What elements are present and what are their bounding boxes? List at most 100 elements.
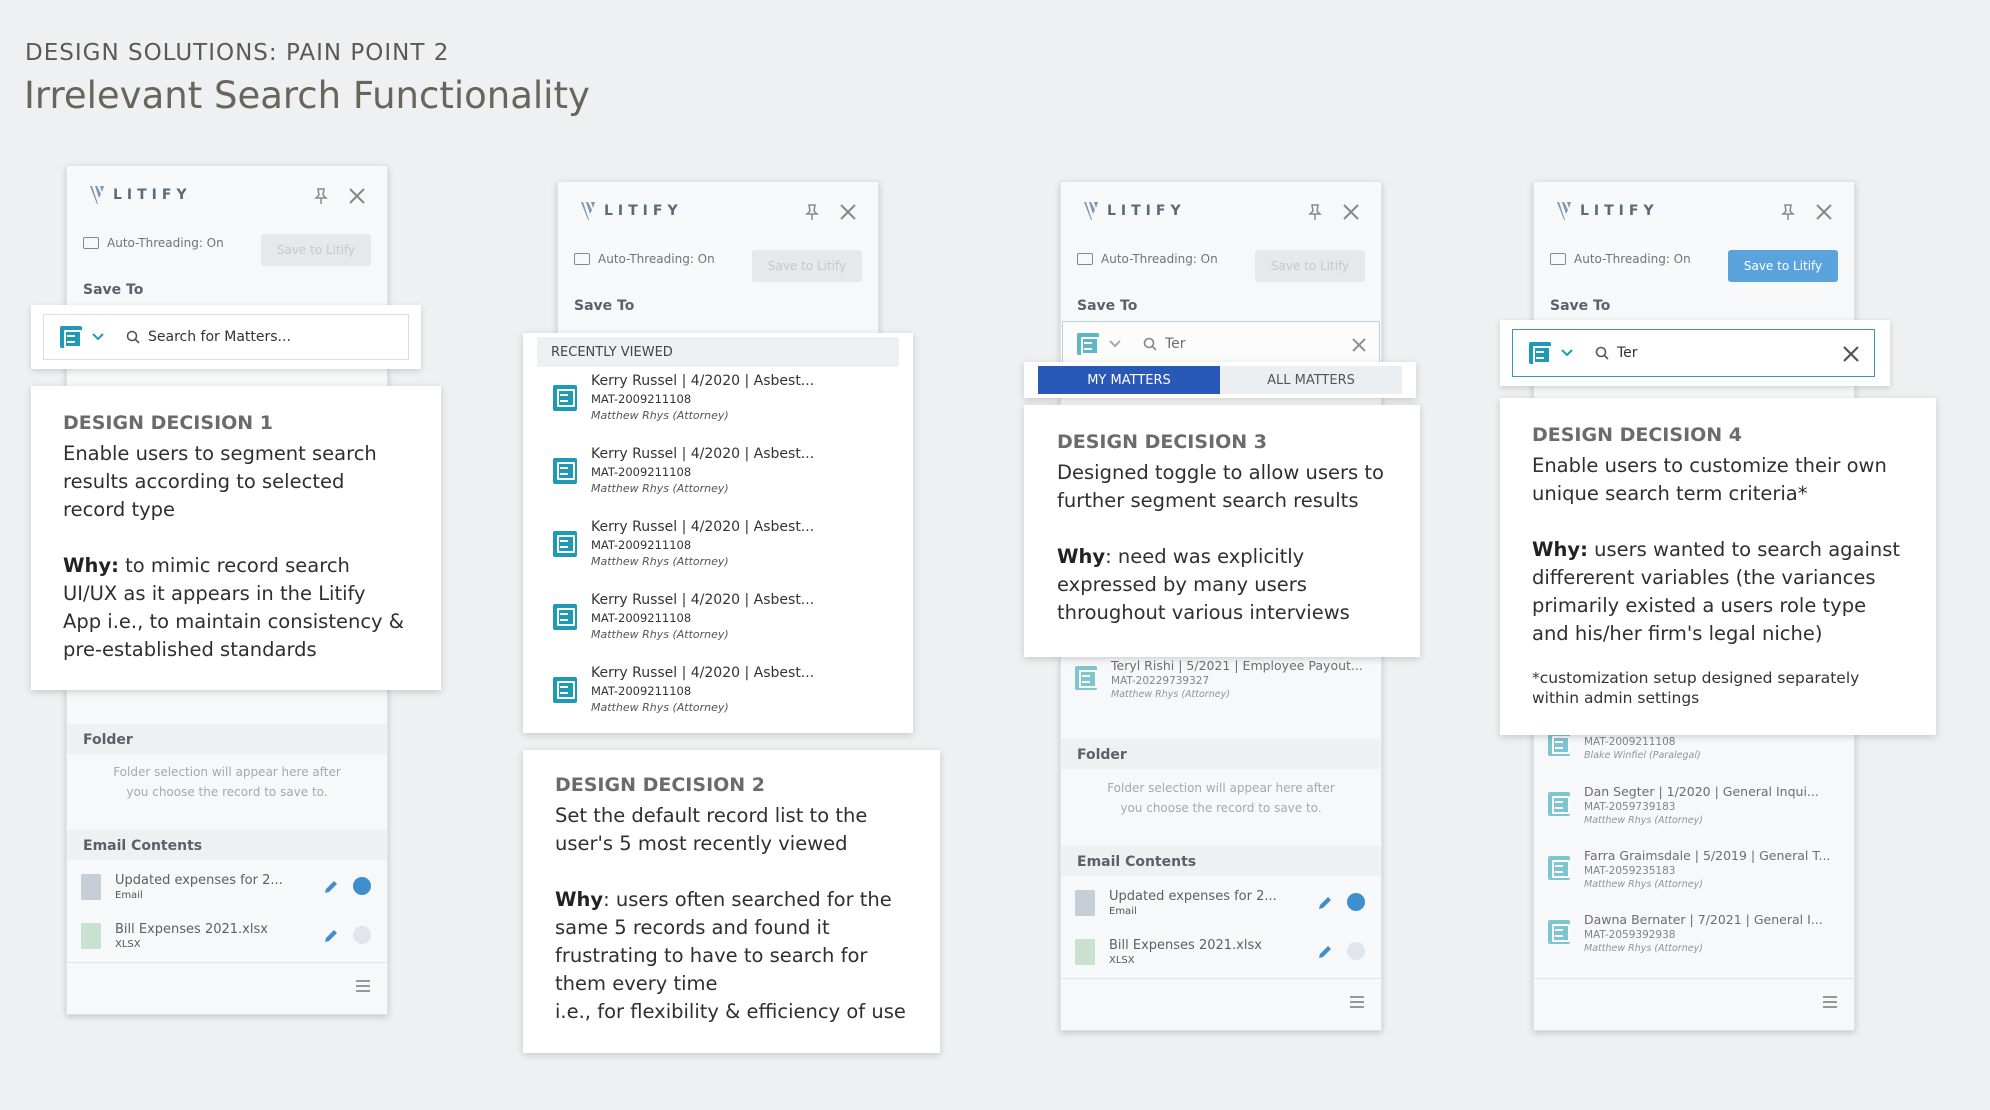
clear-search-icon[interactable] <box>1351 337 1367 353</box>
matter-record-icon <box>553 677 577 703</box>
matter-record-icon <box>1075 666 1097 690</box>
save-to-litify-button[interactable]: Save to Litify <box>752 250 862 282</box>
menu-icon[interactable] <box>1822 995 1838 1009</box>
panel-header: LITIFY <box>67 166 387 224</box>
list-item[interactable]: MAT-2009211108 Blake Winfiel (Paralegal) <box>1548 732 1701 761</box>
slide-title: Irrelevant Search Functionality <box>24 74 590 117</box>
matter-record-icon <box>553 458 577 484</box>
recently-viewed-dropdown: RECENTLY VIEWED Kerry Russel | 4/2020 | … <box>523 333 913 733</box>
unchecked-circle-icon[interactable] <box>1347 942 1365 960</box>
list-item[interactable]: Kerry Russel | 4/2020 | Asbest... MAT-200… <box>553 519 814 568</box>
matter-record-icon <box>553 531 577 557</box>
pin-icon[interactable] <box>1305 202 1325 222</box>
matter-record-icon <box>553 385 577 411</box>
edit-icon[interactable] <box>1317 944 1333 960</box>
close-icon[interactable] <box>1814 202 1834 222</box>
pin-icon[interactable] <box>1778 202 1798 222</box>
matter-record-icon <box>1548 920 1570 944</box>
close-icon[interactable] <box>1341 202 1361 222</box>
table-icon <box>1550 253 1566 265</box>
email-file-icon <box>1075 890 1095 916</box>
list-item[interactable]: Teryl Rishi | 5/2021 | Employee Payout..… <box>1075 658 1363 700</box>
litify-logo: LITIFY <box>1556 200 1659 222</box>
search-query[interactable]: Ter <box>1617 345 1638 361</box>
panel-footer <box>1061 978 1381 1030</box>
clear-search-icon[interactable] <box>1842 345 1860 363</box>
matter-search-box[interactable]: Ter <box>1500 320 1890 386</box>
all-matters-tab[interactable]: ALL MATTERS <box>1220 366 1402 394</box>
auto-threading-toggle[interactable]: Auto-Threading: On <box>574 252 715 266</box>
save-to-label: Save To <box>1550 298 1611 314</box>
save-to-label: Save To <box>1077 298 1138 314</box>
xlsx-file-row[interactable]: Bill Expenses 2021.xlsx XLSX <box>81 914 373 958</box>
litify-panel-2: LITIFY Auto-Threading: On Save to Litify… <box>557 181 879 341</box>
chevron-down-icon[interactable] <box>1109 340 1121 348</box>
litify-logo-icon <box>90 186 104 204</box>
folder-hint: Folder selection will appear here after y… <box>113 765 341 799</box>
matter-record-icon[interactable] <box>1077 333 1099 355</box>
search-icon <box>1143 337 1157 351</box>
edit-icon[interactable] <box>323 928 339 944</box>
panel-footer <box>1534 978 1854 1030</box>
list-item[interactable]: Dawna Bernater | 7/2021 | General I... MA… <box>1548 912 1823 954</box>
auto-threading-toggle[interactable]: Auto-Threading: On <box>1077 252 1218 266</box>
close-icon[interactable] <box>838 202 858 222</box>
design-decision-3-card: DESIGN DECISION 3 Designed toggle to all… <box>1024 405 1420 657</box>
search-placeholder[interactable]: Search for Matters... <box>148 329 291 345</box>
matter-record-icon <box>1548 792 1570 816</box>
pin-icon[interactable] <box>311 186 331 206</box>
litify-logo-icon <box>1084 202 1098 220</box>
my-matters-tab[interactable]: MY MATTERS <box>1038 366 1220 394</box>
list-item[interactable]: Dan Segter | 1/2020 | General Inqui... MA… <box>1548 784 1819 826</box>
list-item[interactable]: Kerry Russel | 4/2020 | Asbest... MAT-200… <box>553 665 814 714</box>
chevron-down-icon[interactable] <box>92 333 104 341</box>
folder-label: Folder <box>1077 747 1127 763</box>
table-icon <box>83 237 99 249</box>
email-file-row[interactable]: Updated expenses for 2... Email <box>1075 881 1367 925</box>
save-to-litify-button[interactable]: Save to Litify <box>1728 250 1838 282</box>
chevron-down-icon[interactable] <box>1561 349 1573 357</box>
list-item[interactable]: Farra Graimsdale | 5/2019 | General T...… <box>1548 848 1830 890</box>
email-contents-label: Email Contents <box>1077 854 1197 870</box>
table-icon <box>1077 253 1093 265</box>
menu-icon[interactable] <box>355 979 371 993</box>
matter-record-icon[interactable] <box>60 326 82 348</box>
matter-search-box[interactable]: Search for Matters... <box>31 305 421 369</box>
search-query[interactable]: Ter <box>1165 336 1186 352</box>
matter-record-icon <box>1548 856 1570 880</box>
unchecked-circle-icon[interactable] <box>353 926 371 944</box>
list-item[interactable]: Kerry Russel | 4/2020 | Asbest... MAT-200… <box>553 592 814 641</box>
auto-threading-toggle[interactable]: Auto-Threading: On <box>1550 252 1691 266</box>
excel-file-icon <box>1075 939 1095 965</box>
email-contents-label: Email Contents <box>83 838 203 854</box>
panel-footer <box>67 962 387 1014</box>
save-to-label: Save To <box>83 282 144 298</box>
list-item[interactable]: Kerry Russel | 4/2020 | Asbest... MAT-200… <box>553 373 814 422</box>
menu-icon[interactable] <box>1349 995 1365 1009</box>
matter-record-icon[interactable] <box>1529 342 1551 364</box>
save-to-litify-button[interactable]: Save to Litify <box>1255 250 1365 282</box>
auto-threading-toggle[interactable]: Auto-Threading: On <box>83 236 224 250</box>
excel-file-icon <box>81 923 101 949</box>
save-to-label: Save To <box>574 298 635 314</box>
design-decision-2-card: DESIGN DECISION 2 Set the default record… <box>523 750 940 1053</box>
litify-logo-icon <box>1557 202 1571 220</box>
close-icon[interactable] <box>347 186 367 206</box>
design-decision-1-card: DESIGN DECISION 1 Enable users to segmen… <box>31 386 441 690</box>
check-icon[interactable] <box>1347 893 1365 911</box>
matter-search-box[interactable]: Ter <box>1062 321 1380 367</box>
slide-kicker: DESIGN SOLUTIONS: PAIN POINT 2 <box>25 40 450 66</box>
matter-record-icon <box>1548 732 1570 756</box>
xlsx-file-row[interactable]: Bill Expenses 2021.xlsx XLSX <box>1075 930 1367 974</box>
litify-logo: LITIFY <box>1083 200 1186 222</box>
pin-icon[interactable] <box>802 202 822 222</box>
matter-toggle: MY MATTERS ALL MATTERS <box>1024 362 1416 398</box>
edit-icon[interactable] <box>323 879 339 895</box>
email-file-row[interactable]: Updated expenses for 2... Email <box>81 865 373 909</box>
check-icon[interactable] <box>353 877 371 895</box>
edit-icon[interactable] <box>1317 895 1333 911</box>
matter-record-icon <box>553 604 577 630</box>
list-item[interactable]: Kerry Russel | 4/2020 | Asbest... MAT-200… <box>553 446 814 495</box>
save-to-litify-button[interactable]: Save to Litify <box>261 234 371 266</box>
folder-label: Folder <box>83 732 133 748</box>
